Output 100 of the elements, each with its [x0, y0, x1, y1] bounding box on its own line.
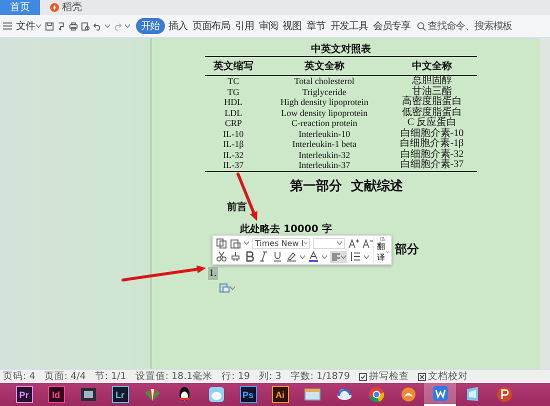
- window-icon: [304, 386, 320, 403]
- table-cell: 高密度脂蛋白: [402, 96, 462, 107]
- font-color-icon[interactable]: [308, 251, 319, 262]
- highlighter-icon[interactable]: [286, 251, 297, 262]
- bird-icon: [208, 386, 224, 403]
- search-field[interactable]: 查找命令、搜索模板: [416, 19, 512, 33]
- proofread-button[interactable]: 文档校对: [418, 370, 468, 383]
- fan-icon: [144, 386, 160, 403]
- align-left-icon: [331, 252, 341, 262]
- tab[interactable]: 稻壳: [40, 0, 92, 15]
- caret-icon: [341, 254, 346, 259]
- undo-icon[interactable]: [92, 22, 102, 30]
- table-cell: 低密度脂蛋白: [402, 106, 462, 118]
- section-heading: 第一部分 文献综述: [290, 178, 404, 194]
- slides-icon: [496, 386, 512, 403]
- scroll-bar[interactable]: [540, 38, 550, 369]
- table-cell: 白细胞介素-32: [400, 148, 464, 160]
- menu-icon[interactable]: [3, 22, 12, 30]
- clipboard-icon: [219, 282, 230, 293]
- paste-options-button[interactable]: [218, 282, 236, 294]
- writer-icon: [432, 385, 448, 402]
- align-button[interactable]: [330, 250, 347, 263]
- proofread-icon: [418, 372, 426, 380]
- tab[interactable]: 首页: [0, 0, 40, 15]
- cut-icon[interactable]: [216, 251, 227, 262]
- table-cell: Triglyceride: [302, 86, 346, 96]
- status-text: 行: 19: [222, 370, 250, 383]
- table-cell: Total cholesterol: [294, 76, 354, 86]
- table-cell: TG: [227, 86, 240, 96]
- taskbar-app[interactable]: Ps: [232, 383, 264, 406]
- ribbon-tab[interactable]: 页面布局: [191, 18, 232, 34]
- caret-icon: [386, 250, 389, 254]
- list-number: 1.: [208, 266, 218, 280]
- underline-icon[interactable]: [272, 251, 283, 262]
- table-cell: C-reaction protein: [291, 118, 358, 128]
- ribbon-tab[interactable]: 审阅: [258, 18, 279, 34]
- app-badge: Id: [48, 386, 64, 403]
- caret-icon: [244, 241, 249, 246]
- column-header: 中文全称: [386, 56, 477, 76]
- taskbar-app[interactable]: Pr: [8, 383, 40, 406]
- table-cell: IL-1β: [223, 139, 244, 149]
- paragraph: 此处略去 10000 字: [240, 224, 332, 234]
- table-cell: TC: [228, 76, 240, 86]
- ribbon-tab[interactable]: 章节: [305, 18, 326, 34]
- table-cell: C 反应蛋白: [407, 117, 457, 128]
- taskbar-app[interactable]: Ai: [264, 383, 296, 406]
- print-icon[interactable]: [68, 22, 78, 30]
- font-size-field[interactable]: [313, 238, 345, 249]
- ribbon-tab[interactable]: 开发工具: [329, 18, 369, 34]
- file-menu[interactable]: 文件: [15, 18, 42, 34]
- section-heading: 部分: [395, 242, 419, 256]
- taskbar-app[interactable]: Id: [40, 383, 72, 406]
- status-text: 列: 3: [258, 370, 282, 383]
- caret-icon: [104, 24, 110, 28]
- arrow: [236, 172, 258, 221]
- subheading: 前言: [227, 202, 247, 212]
- caret-icon: [322, 254, 327, 259]
- ribbon-tab[interactable]: 插入: [168, 18, 188, 34]
- ribbon-tab[interactable]: 开始: [136, 18, 165, 34]
- caret-icon: [36, 24, 41, 28]
- taskbar-app[interactable]: Lr: [104, 383, 136, 406]
- table-cell: IL-10: [223, 128, 244, 138]
- table-cell: LDL: [224, 108, 242, 118]
- table-cell: 白细胞介素-10: [400, 128, 464, 138]
- table-cell: IL-32: [223, 150, 244, 160]
- table-cell: Interleukin-32: [298, 150, 350, 160]
- caret-icon: [364, 254, 369, 259]
- table-cell: HDL: [224, 97, 243, 107]
- app-badge: Lr: [112, 386, 128, 403]
- ribbon-tab[interactable]: 引用: [234, 18, 255, 34]
- table-cell: 白细胞介素-1β: [400, 138, 464, 149]
- flame-icon: [50, 3, 59, 12]
- copy-icon[interactable]: [216, 238, 227, 249]
- caret-icon: [230, 286, 235, 290]
- italic-icon[interactable]: [258, 251, 269, 262]
- spell-check-toggle[interactable]: 拼写检查: [358, 370, 409, 383]
- caret-icon: [304, 241, 307, 246]
- status-text: 节: 1/1: [94, 370, 126, 383]
- format-painter-icon[interactable]: [230, 251, 241, 262]
- ribbon-tab[interactable]: 视图: [282, 18, 302, 34]
- preview-icon[interactable]: [80, 22, 90, 30]
- table-cell: 总胆固醇: [412, 75, 452, 86]
- status-text: 字数: 1/1879: [290, 370, 350, 383]
- bold-icon[interactable]: [244, 251, 255, 262]
- shrink-font-icon[interactable]: [362, 238, 373, 249]
- line-spacing-icon[interactable]: [350, 251, 361, 262]
- save-icon[interactable]: [44, 22, 54, 30]
- grow-font-icon[interactable]: [348, 238, 359, 249]
- column-header: 英文全称: [262, 56, 387, 76]
- ribbon-tab[interactable]: 会员专享: [372, 18, 412, 34]
- paste-icon[interactable]: [230, 238, 241, 249]
- search-icon: [416, 22, 426, 30]
- caret-icon: [337, 241, 342, 246]
- table-cell: IL-37: [223, 160, 244, 170]
- translate-button[interactable]: 翻译: [373, 237, 391, 263]
- font-field[interactable]: Times New I: [252, 238, 310, 249]
- table-cell: 白细胞介素-37: [400, 159, 464, 170]
- status-text: 设置值: 18.1毫米: [135, 370, 213, 383]
- caret-icon: [124, 24, 130, 28]
- fox-icon: [400, 386, 416, 403]
